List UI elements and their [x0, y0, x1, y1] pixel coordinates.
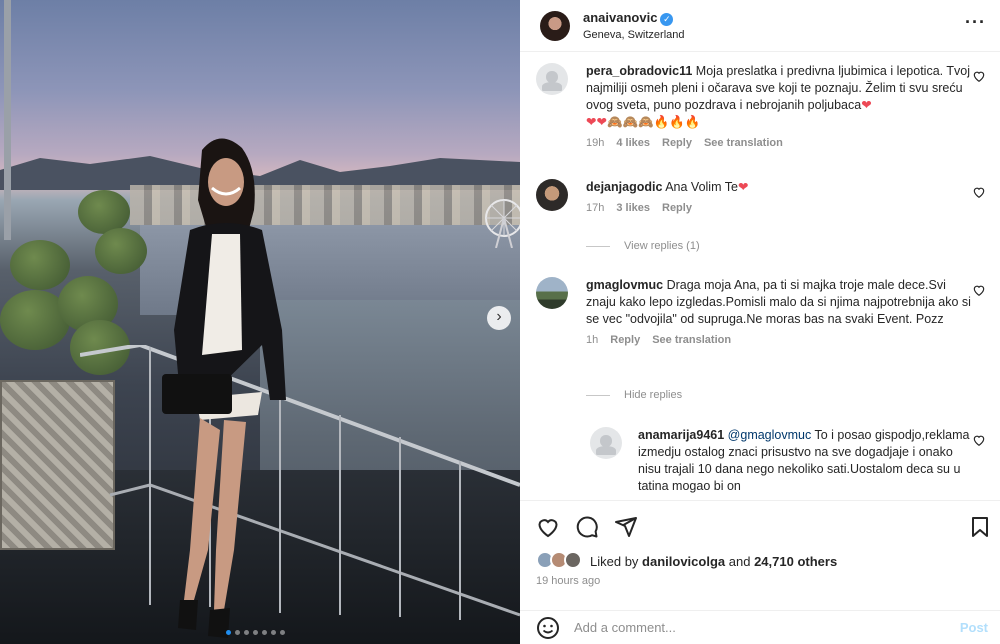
carousel-dot[interactable] [280, 630, 285, 635]
see-translation-button[interactable]: See translation [704, 137, 783, 149]
heart-icon[interactable] [536, 515, 560, 539]
like-comment-heart-icon[interactable] [972, 283, 986, 297]
carousel-dot[interactable] [271, 630, 276, 635]
shrub [95, 228, 147, 274]
comment-item: gmaglovmuc Draga moja Ana, pa ti si majk… [536, 277, 985, 346]
comment-input[interactable] [574, 620, 934, 635]
comment-time[interactable]: 17h [586, 202, 604, 214]
post-timestamp[interactable]: 19 hours ago [536, 575, 600, 587]
comment-username[interactable]: dejanjagodic [586, 180, 662, 194]
comment-meta: 19h 4 likes Reply See translation [586, 137, 976, 149]
share-icon[interactable] [614, 515, 638, 539]
post-comment-button[interactable]: Post [960, 620, 988, 635]
carousel-dot[interactable] [235, 630, 240, 635]
emoji-icon[interactable] [536, 616, 560, 640]
post-photo[interactable]: › [0, 0, 520, 644]
comment-icon[interactable] [575, 515, 599, 539]
post-action-bar [520, 500, 1000, 548]
post-location[interactable]: Geneva, Switzerland [583, 29, 685, 41]
author-username[interactable]: anaivanovic [583, 10, 657, 25]
reply-mention[interactable]: @gmaglovmuc [728, 428, 812, 442]
reply-text: anamarija9461 @gmaglovmuc To i posao gis… [638, 427, 970, 495]
see-translation-button[interactable]: See translation [652, 334, 731, 346]
next-slide-button[interactable]: › [487, 306, 511, 330]
view-replies-button[interactable]: View replies (1) [586, 240, 700, 252]
reply-item: anamarija9461 @gmaglovmuc To i posao gis… [590, 427, 985, 495]
comment-item: dejanjagodic Ana Volim Te❤ 17h 3 likes R… [536, 179, 985, 214]
like-reply-heart-icon[interactable] [972, 433, 986, 447]
bookmark-icon[interactable] [968, 515, 992, 539]
view-replies-label: View replies (1) [624, 240, 700, 252]
commenter-avatar[interactable] [536, 277, 568, 309]
reply-button[interactable]: Reply [662, 137, 692, 149]
liked-by-user[interactable]: danilovicolga [642, 554, 725, 569]
comment-item: pera_obradovic11 Moja preslatka i prediv… [536, 63, 985, 149]
comment-time[interactable]: 19h [586, 137, 604, 149]
hide-replies-button[interactable]: Hide replies [586, 389, 682, 401]
shrub [10, 240, 70, 290]
commenter-avatar[interactable] [536, 63, 568, 95]
reply-username[interactable]: anamarija9461 [638, 428, 724, 442]
likes-summary: Liked by danilovicolga and 24,710 others [536, 551, 837, 571]
comment-text: gmaglovmuc Draga moja Ana, pa ti si majk… [586, 277, 976, 328]
post-header: anaivanovic ✓ Geneva, Switzerland ··· [520, 0, 1000, 52]
hide-replies-label: Hide replies [624, 389, 683, 401]
post-sidebar: anaivanovic ✓ Geneva, Switzerland ··· per… [520, 0, 1000, 644]
lamp-pole [4, 0, 11, 240]
comment-time[interactable]: 1h [586, 334, 598, 346]
carousel-dots [226, 630, 285, 635]
liked-by-others[interactable]: 24,710 others [754, 554, 837, 569]
woman-figure [162, 138, 286, 638]
heart-emoji: ❤ [861, 98, 872, 112]
carousel-dot[interactable] [226, 630, 231, 635]
like-comment-heart-icon[interactable] [972, 185, 986, 199]
comment-meta: 1h Reply See translation [586, 334, 976, 346]
emoji-line: ❤❤🙈🙈🙈🔥🔥🔥 [586, 115, 701, 129]
carousel-dot[interactable] [253, 630, 258, 635]
comment-username[interactable]: pera_obradovic11 [586, 64, 692, 78]
comment-content: Ana Volim Te [665, 180, 738, 194]
commenter-avatar[interactable] [536, 179, 568, 211]
comment-text: dejanjagodic Ana Volim Te❤ [586, 179, 976, 196]
carousel-dot[interactable] [262, 630, 267, 635]
liked-by-label: Liked by [590, 553, 639, 569]
reply-button[interactable]: Reply [662, 202, 692, 214]
like-comment-heart-icon[interactable] [972, 69, 986, 83]
liker-avatar [564, 551, 582, 569]
carousel-dot[interactable] [244, 630, 249, 635]
heart-emoji: ❤ [737, 180, 749, 194]
comment-username[interactable]: gmaglovmuc [586, 278, 663, 292]
reply-button[interactable]: Reply [610, 334, 640, 346]
comment-likes[interactable]: 3 likes [616, 202, 650, 214]
comment-likes[interactable]: 4 likes [616, 137, 650, 149]
author-avatar[interactable] [540, 10, 570, 41]
comments-list: pera_obradovic11 Moja preslatka i prediv… [520, 53, 1000, 500]
liked-by-conjunction: and [728, 553, 751, 569]
more-horizontal-icon[interactable]: ··· [965, 12, 986, 33]
comment-meta: 17h 3 likes Reply [586, 202, 976, 214]
liker-avatars [536, 551, 588, 571]
verified-badge-icon: ✓ [660, 13, 674, 26]
replies-divider [586, 394, 610, 396]
comment-text: pera_obradovic11 Moja preslatka i prediv… [586, 63, 976, 131]
ferris-wheel [485, 199, 520, 248]
add-comment-bar: Post [520, 610, 1000, 644]
replier-avatar[interactable] [590, 427, 622, 459]
replies-divider [586, 245, 610, 247]
